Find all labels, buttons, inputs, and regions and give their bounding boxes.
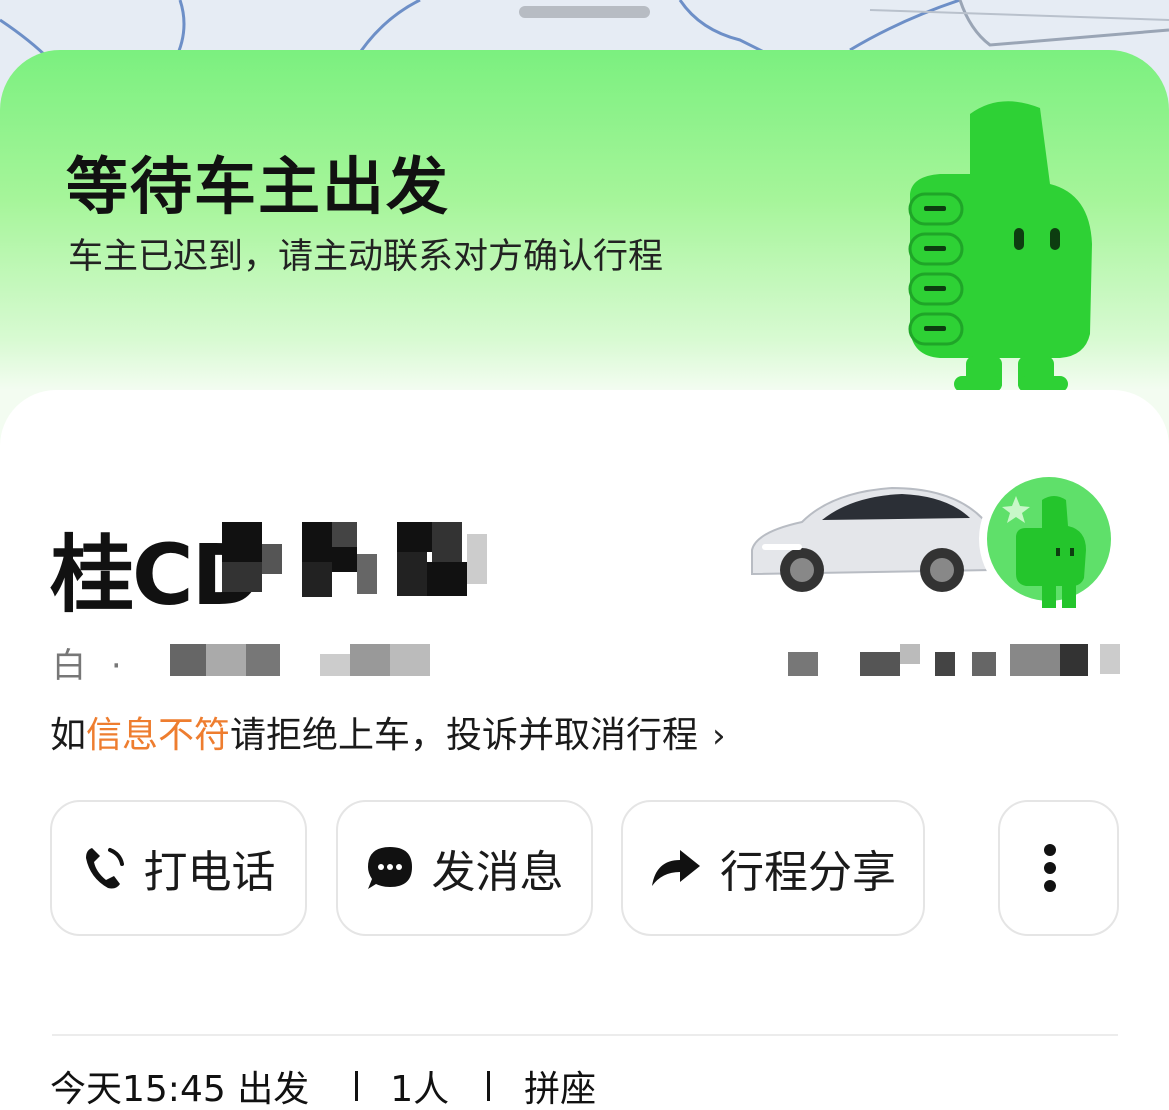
- chevron-right-icon: ›: [712, 716, 726, 756]
- chat-bubble-icon: [367, 847, 412, 889]
- car-image: [751, 486, 1000, 592]
- safety-warning-link[interactable]: 如信息不符请拒绝上车，投诉并取消行程 ›: [50, 706, 726, 758]
- warning-suffix: 请拒绝上车，投诉并取消行程: [230, 715, 699, 756]
- status-subtitle: 车主已迟到，请主动联系对方确认行程: [68, 237, 664, 277]
- car-model-redaction: [170, 644, 430, 676]
- trip-separator: [355, 1071, 359, 1101]
- trip-summary: 今天15:45 出发 1人 拼座: [50, 1060, 596, 1110]
- section-divider: [52, 1034, 1118, 1036]
- plate-redaction-mosaic: [222, 522, 487, 597]
- more-options-button[interactable]: [998, 800, 1119, 936]
- message-button[interactable]: 发消息: [336, 800, 593, 936]
- ride-type: 拼座: [524, 1069, 597, 1110]
- share-trip-button[interactable]: 行程分享: [621, 800, 925, 936]
- car-color: 白: [52, 646, 86, 686]
- message-label: 发消息: [431, 847, 564, 898]
- call-button[interactable]: 打电话: [50, 800, 307, 936]
- trip-separator: [487, 1071, 491, 1101]
- passenger-count: 1人: [390, 1069, 450, 1110]
- info-separator: ·: [110, 646, 122, 686]
- driver-avatar[interactable]: [976, 466, 1122, 612]
- bottom-sheet: 等待车主出发 车主已迟到，请主动联系对方确认行程 桂CD 白 · 如信息不符请拒…: [0, 50, 1169, 1110]
- warning-prefix: 如: [50, 715, 87, 756]
- driver-info-card: 桂CD 白 · 如信息不符请拒绝上车，投诉并取消行程 › 打电话 发消息 行程分…: [0, 390, 1169, 1110]
- driver-info-redaction: [788, 644, 1120, 676]
- call-label: 打电话: [143, 847, 276, 898]
- departure-time: 今天15:45 出发: [50, 1069, 310, 1110]
- sheet-drag-handle[interactable]: [519, 6, 650, 18]
- phone-icon: [85, 848, 124, 889]
- more-vertical-icon: [1043, 844, 1056, 892]
- share-arrow-icon: [652, 850, 700, 886]
- car-color-model: 白 ·: [52, 638, 122, 687]
- status-title: 等待车主出发: [66, 150, 451, 223]
- share-label: 行程分享: [720, 847, 896, 898]
- warning-highlight: 信息不符: [86, 715, 231, 756]
- thumbs-up-mascot-icon: [908, 101, 1092, 392]
